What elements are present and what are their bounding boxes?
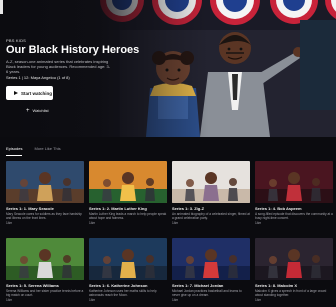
episode-duration: 14m [89, 298, 96, 302]
episode-description: Michael Jordan practices basketball and … [172, 289, 242, 297]
left-edge-marker [0, 0, 3, 14]
episode-description: A song-filled episode that discovers the… [255, 212, 333, 220]
start-watching-button[interactable]: Start watching [6, 86, 53, 100]
episode-duration: 14m [172, 221, 179, 225]
hero-banner: PBS KIDS Our Black History Heroes A-Z, s… [0, 0, 336, 137]
page-title: Our Black History Heroes [6, 44, 140, 56]
episode-title: Series 1: 8. Malcolm X [255, 283, 298, 288]
episode-card[interactable]: Series 1: 6. Katherine Johnson Katherine… [89, 238, 167, 302]
episode-duration: 14m [89, 221, 96, 225]
episode-description: Serena Williams and her sister practice … [6, 289, 84, 297]
episode-card[interactable]: Series 1: 4. Bob Aspeem A song-filled ep… [255, 161, 333, 225]
episode-description: Malcolm X gives a speech in front of a l… [255, 289, 327, 297]
episode-duration: 14m [255, 221, 262, 225]
episode-duration: 14m [172, 298, 179, 302]
episode-description: An animated biography of a celebrated si… [172, 212, 250, 220]
episode-title: Series 1: 7. Michael Jordan [172, 283, 224, 288]
play-icon [14, 91, 18, 95]
episode-title: Series 1: 2. Martin Luther King [89, 206, 147, 211]
start-watching-label: Start watching [21, 90, 53, 96]
content-tabs: Episodes More Like This [6, 146, 61, 156]
episode-thumbnail[interactable] [172, 161, 250, 203]
watchlist-label: Watchlist [32, 108, 49, 113]
episode-card[interactable]: Series 1: 3. Zig-Z An animated biography… [172, 161, 250, 225]
episode-thumbnail[interactable] [89, 238, 167, 280]
episode-description: Martin Luther King leads a march to help… [89, 212, 167, 220]
episode-description: Katherine Johnson uses her maths skills … [89, 289, 157, 297]
episode-title: Series 1: 6. Katherine Johnson [89, 283, 148, 288]
hero-description: A-Z, season-one animated series that cel… [6, 59, 111, 74]
episode-title: Series 1: 4. Bob Aspeem [255, 206, 302, 211]
episode-thumbnail[interactable] [89, 161, 167, 203]
episode-thumbnail[interactable] [255, 161, 333, 203]
episode-duration: 14m [255, 298, 262, 302]
episode-card[interactable]: Series 1: 2. Martin Luther King Martin L… [89, 161, 167, 225]
episode-title: Series 1: 3. Zig-Z [172, 206, 205, 211]
episode-duration: 14m [6, 221, 13, 225]
brand-logo: PBS KIDS [6, 38, 27, 43]
episode-card[interactable]: Series 1: 7. Michael Jordan Michael Jord… [172, 238, 250, 302]
tab-more-like-this[interactable]: More Like This [34, 146, 60, 156]
episode-thumbnail[interactable] [6, 161, 84, 203]
episode-description: Mary Seacole cares for soldiers as they … [6, 212, 82, 220]
current-episode-label: Series 1 | 12: Maya Angelou (1 of 8) [6, 75, 70, 80]
episode-card[interactable]: Series 1: 1. Mary Seacole Mary Seacole c… [6, 161, 84, 225]
episode-thumbnail[interactable] [255, 238, 333, 280]
tab-episodes[interactable]: Episodes [6, 146, 23, 156]
episode-thumbnail[interactable] [6, 238, 84, 280]
episode-card[interactable]: Series 1: 5. Serena Williams Serena Will… [6, 238, 84, 302]
watchlist-button[interactable]: + Watchlist [26, 107, 49, 114]
episode-thumbnail[interactable] [172, 238, 250, 280]
episode-title: Series 1: 5. Serena Williams [6, 283, 59, 288]
episode-card[interactable]: Series 1: 8. Malcolm X Malcolm X gives a… [255, 238, 333, 302]
plus-icon: + [26, 107, 30, 114]
episode-duration: 14m [6, 298, 13, 302]
episode-title: Series 1: 1. Mary Seacole [6, 206, 54, 211]
